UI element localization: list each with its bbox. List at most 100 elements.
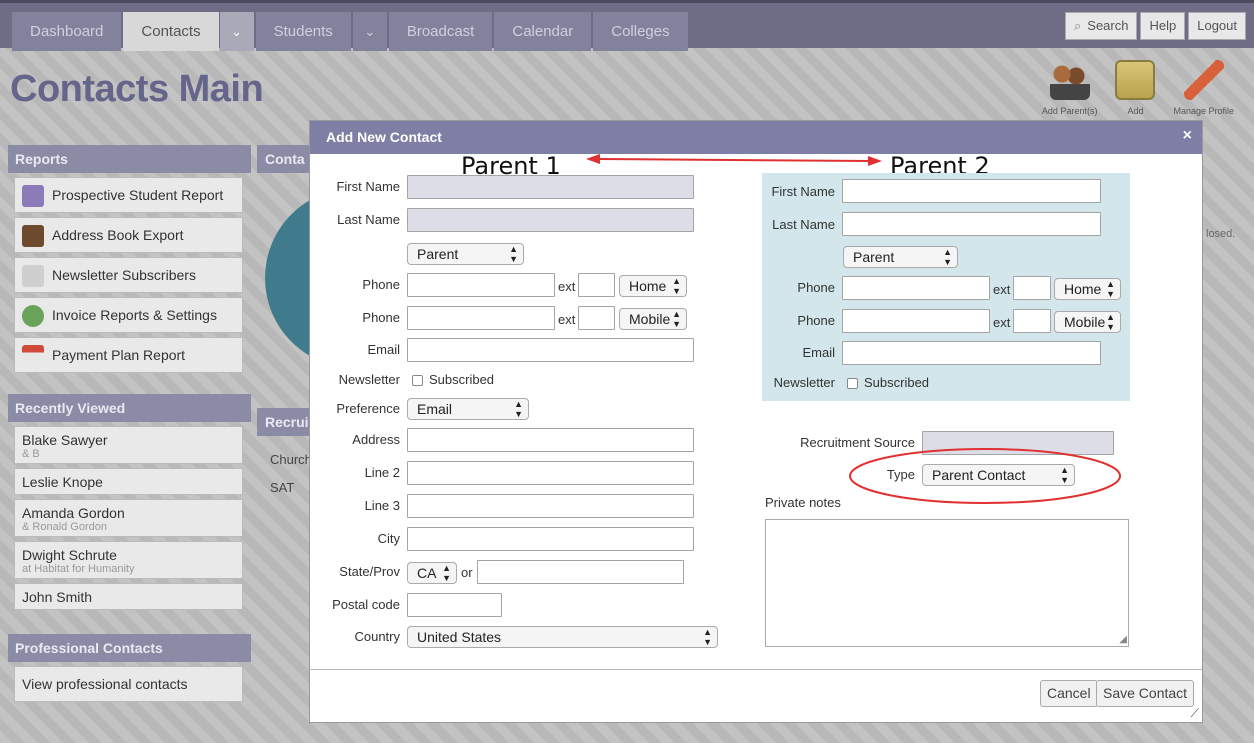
footer-divider <box>310 669 1202 670</box>
address-book-icon <box>22 225 44 248</box>
search-button[interactable]: ⌕ Search <box>1065 12 1138 40</box>
parent1-phone2-type-select[interactable]: Mobile ▲ ▼ <box>619 308 687 330</box>
province-input[interactable] <box>477 560 684 584</box>
recent-contact-link[interactable]: John Smith <box>14 583 243 610</box>
parents-icon <box>1049 60 1090 100</box>
recruitment-heading: Recrui <box>257 408 317 436</box>
sat-label: SAT <box>270 480 295 495</box>
contacts-dropdown-chevron-icon[interactable]: ⌄ <box>219 12 254 51</box>
parent2-newsletter-checkbox[interactable] <box>847 378 858 389</box>
select-value: Parent <box>417 246 459 262</box>
parent1-relation-select[interactable]: Parent ▲ ▼ <box>407 243 524 265</box>
add-label: Add <box>1127 106 1144 116</box>
recent-contact-link[interactable]: Amanda Gordon & Ronald Gordon <box>14 499 243 537</box>
line3-label: Line 3 <box>364 498 400 513</box>
private-notes-textarea[interactable]: ◢ <box>765 519 1129 647</box>
help-button[interactable]: Help <box>1140 12 1186 40</box>
professional-contacts-panel: Professional Contacts View professional … <box>8 634 251 702</box>
tab-colleges[interactable]: Colleges <box>593 12 688 51</box>
recent-sub: at Habitat for Humanity <box>22 563 135 575</box>
recent-contact-link[interactable]: Leslie Knope <box>14 468 243 495</box>
parent2-phone2-ext-input[interactable] <box>1013 309 1051 333</box>
state-label: State/Prov <box>339 564 400 579</box>
parent2-phone2-input[interactable] <box>842 309 990 333</box>
add-action[interactable]: Add <box>1115 60 1156 116</box>
postal-code-input[interactable] <box>407 593 502 617</box>
recent-sub: & B <box>22 448 40 460</box>
parent1-phone1-ext-input[interactable] <box>578 273 615 297</box>
preference-select[interactable]: Email ▲ ▼ <box>407 398 529 420</box>
logout-button[interactable]: Logout <box>1188 12 1246 40</box>
parent1-phone2-input[interactable] <box>407 306 555 330</box>
city-input[interactable] <box>407 527 694 551</box>
parent2-phone2-type-select[interactable]: Mobile ▲ ▼ <box>1054 311 1121 333</box>
students-dropdown-chevron-icon[interactable]: ⌄ <box>352 12 387 51</box>
email-label: Email <box>367 342 400 357</box>
recent-contact-link[interactable]: Dwight Schrute at Habitat for Humanity <box>14 541 243 579</box>
parent1-email-input[interactable] <box>407 338 694 362</box>
resize-grip-icon[interactable]: ◢ <box>1119 634 1127 645</box>
pushpin-icon <box>1183 60 1224 100</box>
tab-students[interactable]: Students <box>255 12 351 51</box>
first-name-label: First Name <box>771 184 835 199</box>
select-value: Mobile <box>1064 314 1106 330</box>
newsletter-icon <box>22 265 44 288</box>
select-arrows-icon: ▲ ▼ <box>442 563 451 583</box>
close-icon[interactable]: × <box>1183 127 1192 145</box>
select-arrows-icon: ▲ ▼ <box>509 244 518 264</box>
parent2-email-input[interactable] <box>842 341 1101 365</box>
select-value: Email <box>417 401 453 417</box>
select-arrows-icon: ▲ ▼ <box>1106 279 1115 299</box>
report-label: Payment Plan Report <box>52 347 186 363</box>
ext-label: ext <box>558 312 576 327</box>
report-address-book-export[interactable]: Address Book Export <box>14 217 243 253</box>
select-value: United States <box>417 629 502 645</box>
parent2-relation-select[interactable]: Parent ▲ ▼ <box>843 246 958 268</box>
tab-calendar[interactable]: Calendar <box>494 12 592 51</box>
address-line3-input[interactable] <box>407 494 694 518</box>
parent1-phone1-type-select[interactable]: Home ▲ ▼ <box>619 275 687 297</box>
parent1-phone1-input[interactable] <box>407 273 555 297</box>
manage-profile-action[interactable]: Manage Profile <box>1173 60 1234 116</box>
parent2-first-name-input[interactable] <box>842 179 1101 203</box>
main-nav: Dashboard Contacts ⌄ Students ⌄ Broadcas… <box>12 12 690 51</box>
view-professional-contacts-link[interactable]: View professional contacts <box>14 666 243 702</box>
state-select[interactable]: CA ▲ ▼ <box>407 562 457 584</box>
select-value: Parent <box>853 249 895 265</box>
page-title: Contacts Main <box>10 68 264 110</box>
dialog-resize-icon[interactable]: ⟋ <box>1191 706 1199 721</box>
parent2-phone1-type-select[interactable]: Home ▲ ▼ <box>1054 278 1121 300</box>
closed-note: losed. <box>1206 228 1236 240</box>
address-input[interactable] <box>407 428 694 452</box>
parent1-newsletter-checkbox[interactable] <box>412 375 423 386</box>
parent2-phone1-input[interactable] <box>842 276 990 300</box>
select-arrows-icon: ▲ ▼ <box>943 247 952 267</box>
add-parents-action[interactable]: Add Parent(s) <box>1042 60 1097 116</box>
parent1-phone2-ext-input[interactable] <box>578 306 615 330</box>
reports-heading: Reports <box>8 145 251 173</box>
reports-panel: Reports Prospective Student Report Addre… <box>8 145 251 373</box>
manage-profile-label: Manage Profile <box>1173 106 1234 116</box>
report-invoice-settings[interactable]: Invoice Reports & Settings <box>14 297 243 333</box>
ext-label: ext <box>993 315 1011 330</box>
address-line2-input[interactable] <box>407 461 694 485</box>
tab-contacts[interactable]: Contacts <box>123 12 219 51</box>
cancel-button[interactable]: Cancel <box>1040 680 1098 707</box>
tab-dashboard[interactable]: Dashboard <box>12 12 122 51</box>
recent-contact-link[interactable]: Blake Sawyer & B <box>14 426 243 464</box>
report-payment-plan[interactable]: Payment Plan Report <box>14 337 243 373</box>
tab-broadcast[interactable]: Broadcast <box>388 12 493 51</box>
country-select[interactable]: United States ▲ ▼ <box>407 626 718 648</box>
report-newsletter-subscribers[interactable]: Newsletter Subscribers <box>14 257 243 293</box>
parent1-last-name-input[interactable] <box>407 208 694 232</box>
postal-code-label: Postal code <box>332 597 400 612</box>
select-value: Home <box>629 278 667 294</box>
select-value: Mobile <box>629 311 671 327</box>
parent1-first-name-input[interactable] <box>407 175 694 199</box>
parent2-phone1-ext-input[interactable] <box>1013 276 1051 300</box>
save-contact-button[interactable]: Save Contact <box>1096 680 1195 707</box>
report-prospective-student[interactable]: Prospective Student Report <box>14 177 243 213</box>
select-value: Home <box>1064 281 1102 297</box>
select-arrows-icon: ▲ ▼ <box>672 276 681 296</box>
parent2-last-name-input[interactable] <box>842 212 1101 236</box>
